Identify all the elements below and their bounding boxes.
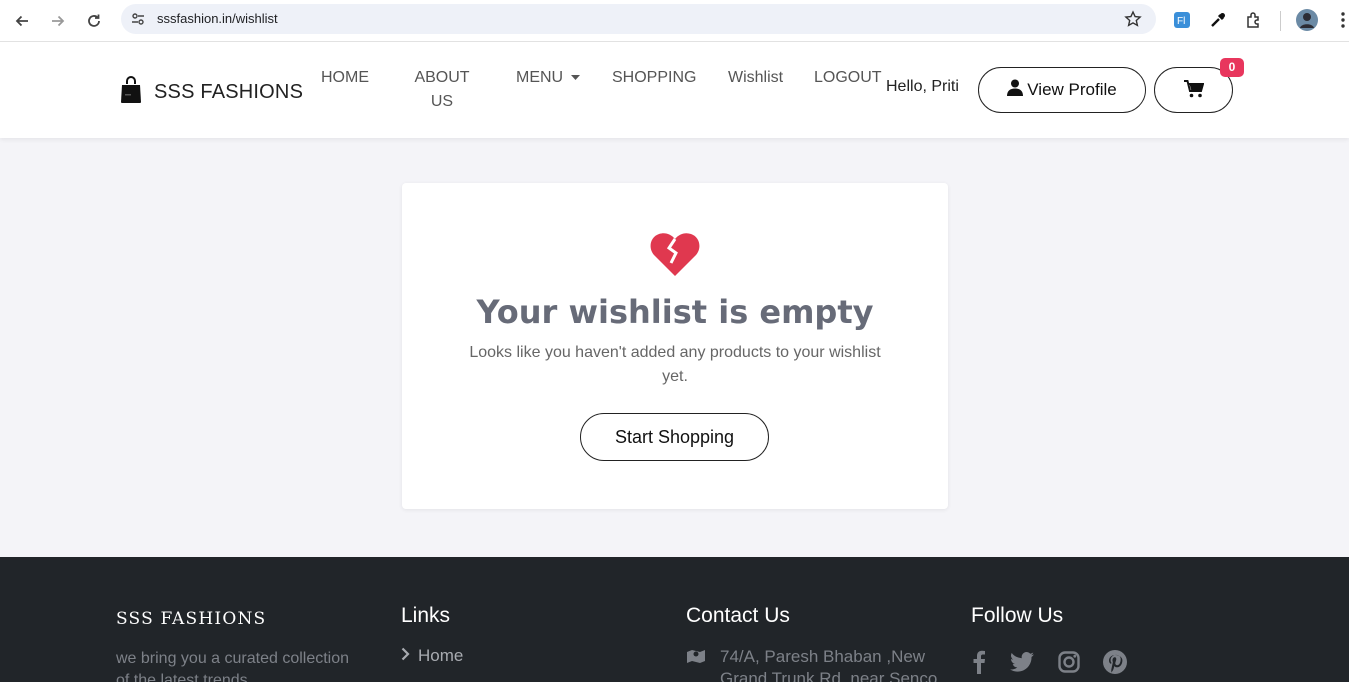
cart-count-badge: 0 [1220,58,1244,77]
view-profile-label: View Profile [1027,80,1117,99]
empty-wishlist-card: Your wishlist is empty Looks like you ha… [402,183,948,509]
empty-wishlist-subtitle: Looks like you haven't added any product… [469,344,881,385]
twitter-icon[interactable] [1009,649,1035,675]
start-shopping-button[interactable]: Start Shopping [580,413,769,461]
nav-about-line2: US [430,93,454,110]
empty-wishlist-title: Your wishlist is empty [476,293,874,331]
nav-about[interactable]: ABOUT US [411,66,473,114]
more-vert-icon[interactable] [1332,9,1349,31]
brand-logo-link[interactable]: SSS FASHIONS [120,76,303,108]
eyedropper-icon[interactable] [1207,9,1229,31]
footer-link-home[interactable]: Home [401,646,463,666]
brand-name: SSS FASHIONS [154,80,304,103]
user-icon [1007,79,1027,101]
toolbar-divider [1280,11,1281,31]
footer-links-heading: Links [401,604,451,627]
site-info-icon[interactable] [130,11,146,31]
nav-wishlist[interactable]: Wishlist [728,66,783,90]
footer-address: 74/A, Paresh Bhaban ,New Grand Trunk Rd,… [720,647,938,682]
site-footer: SSS FASHIONS we bring you a curated coll… [0,557,1349,682]
browser-toolbar: sssfashion.in/wishlist Fl [0,0,1349,42]
pinterest-icon[interactable] [1102,649,1128,675]
shopping-bag-icon [120,76,142,108]
site-navbar: SSS FASHIONS HOME ABOUT US MENU SHOPPING… [0,42,1349,138]
avatar[interactable] [1296,9,1318,31]
back-arrow-icon[interactable] [10,9,34,33]
cart-icon [1183,79,1204,101]
svg-text:Fl: Fl [1177,16,1185,27]
broken-heart-icon [650,231,700,281]
footer-description: we bring you a curated collection of the… [116,650,350,682]
nav-home[interactable]: HOME [321,66,369,90]
nav-shopping[interactable]: SHOPPING [612,66,696,90]
user-greeting: Hello, Priti [886,78,959,95]
facebook-icon[interactable] [966,649,992,675]
caret-down-icon [571,65,581,89]
instagram-icon[interactable] [1056,649,1082,675]
nav-logout[interactable]: LOGOUT [814,66,882,90]
nav-menu-dropdown[interactable]: MENU [516,65,581,90]
address-bar[interactable]: sssfashion.in/wishlist [121,4,1156,34]
footer-follow-heading: Follow Us [971,604,1064,627]
view-profile-button[interactable]: View Profile [978,67,1146,113]
footer-link-home-label: Home [418,646,464,665]
nav-about-line1: ABOUT [414,69,470,86]
chevron-right-icon [401,646,418,666]
bookmark-star-icon[interactable] [1124,10,1142,32]
puzzle-icon[interactable] [1243,9,1265,31]
map-location-icon [686,648,706,668]
footer-contact-heading: Contact Us [686,604,790,627]
nav-menu-label: MENU [516,69,564,86]
reload-icon[interactable] [82,9,106,33]
extension-icon[interactable]: Fl [1171,9,1193,31]
url-text: sssfashion.in/wishlist [157,11,278,26]
footer-brand: SSS FASHIONS [116,609,267,629]
forward-arrow-icon[interactable] [46,9,70,33]
